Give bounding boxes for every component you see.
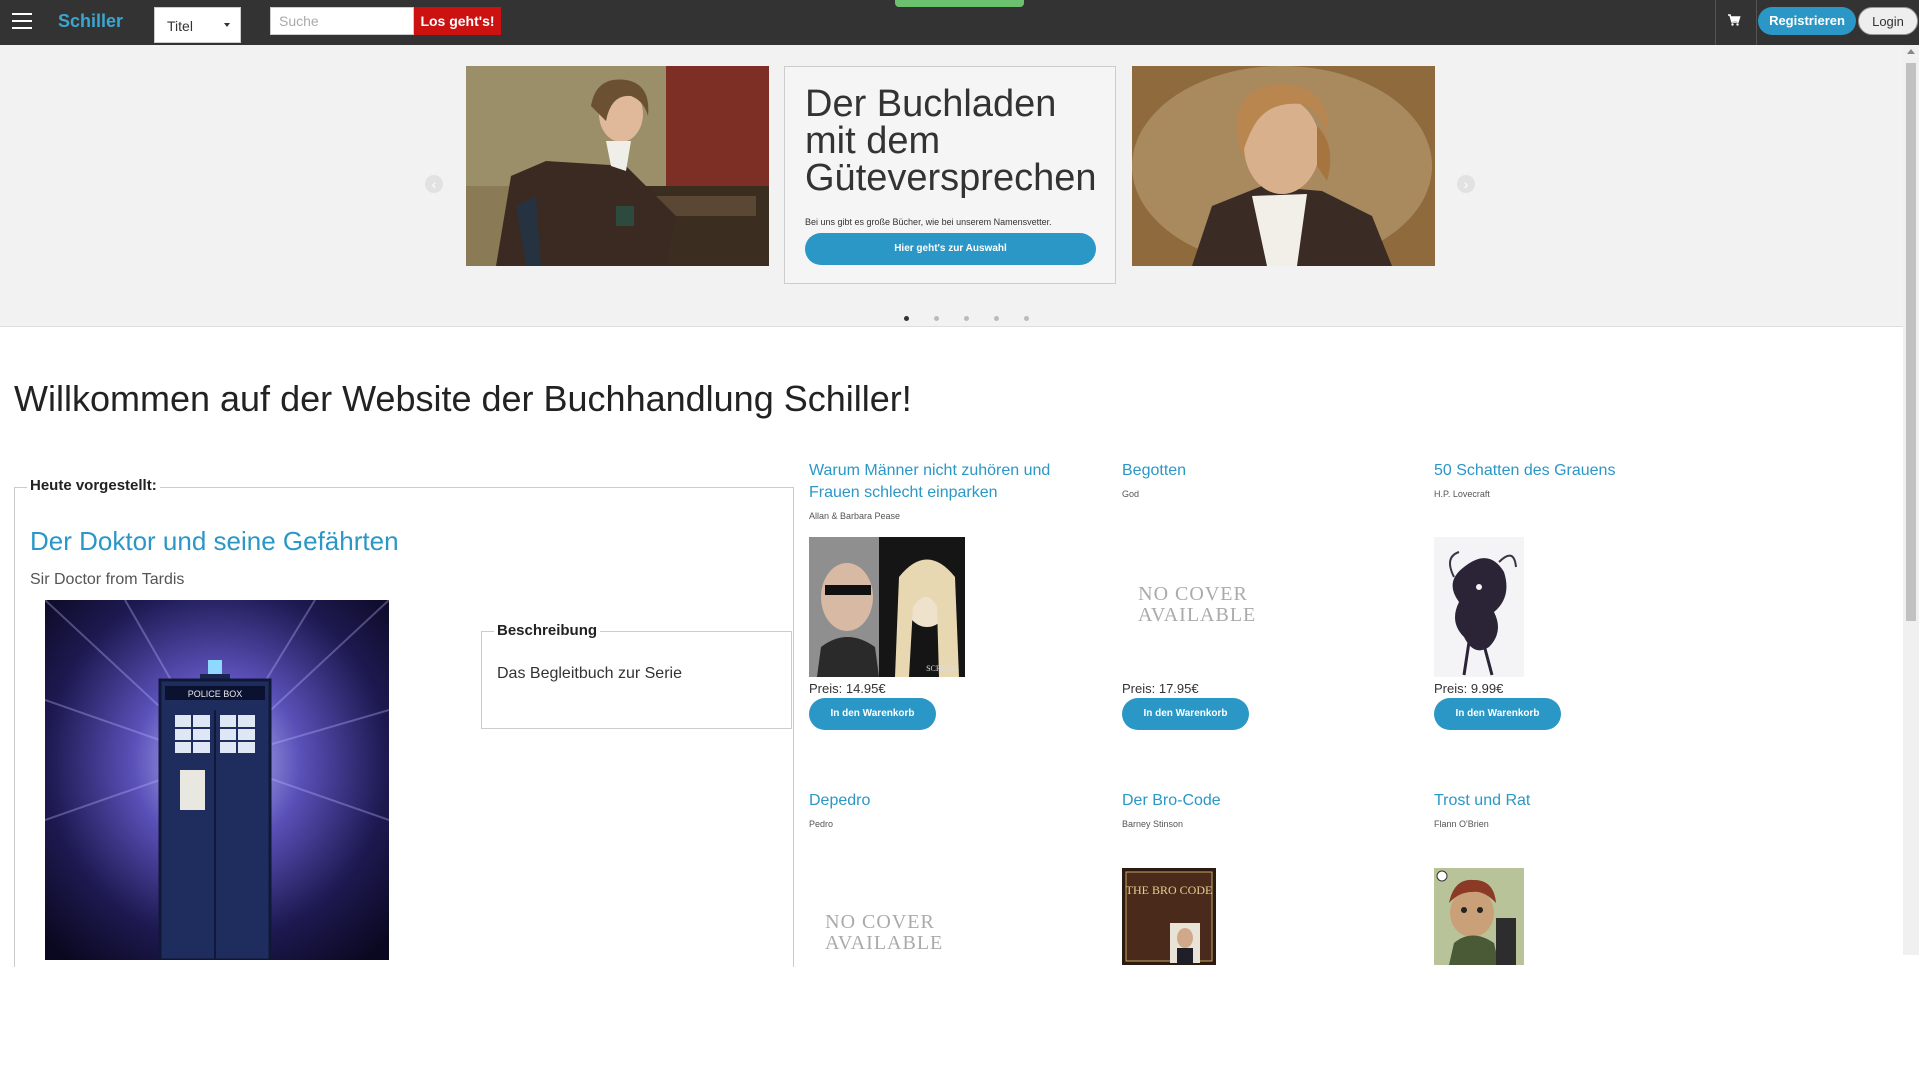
hamburger-icon[interactable] xyxy=(12,13,32,31)
product-author: H.P. Lovecraft xyxy=(1434,489,1490,499)
no-cover-line: NO COVER xyxy=(825,911,935,933)
product-price: Preis: 14.95€ xyxy=(809,681,886,696)
add-to-cart-button[interactable]: In den Warenkorb xyxy=(809,698,936,730)
product-title[interactable]: Trost und Rat xyxy=(1434,790,1684,812)
product-author: God xyxy=(1122,489,1140,499)
search-input[interactable] xyxy=(270,7,414,35)
hero-cta-button[interactable]: Hier geht's zur Auswahl xyxy=(805,233,1096,265)
hero-portrait-left xyxy=(466,66,769,266)
product-author: Allan & Barbara Pease xyxy=(809,511,901,521)
product-price: Preis: 9.99€ xyxy=(1434,681,1504,696)
product-title[interactable]: Depedro xyxy=(809,790,1059,812)
top-navbar: Schiller Titel Los geht's! Registrieren … xyxy=(0,0,1919,45)
product-title[interactable]: Begotten xyxy=(1122,460,1372,482)
hero-carousel: ‹ › Der Buchladen mit dem Güteverspreche… xyxy=(0,45,1903,327)
no-cover-line: AVAILABLE xyxy=(825,932,944,954)
description-text: Das Begleitbuch zur Serie xyxy=(497,665,682,682)
product-cover-image[interactable] xyxy=(1434,868,1524,965)
cover-label: THE BRO CODE xyxy=(1126,883,1213,897)
no-cover-placeholder[interactable]: NO COVER AVAILABLE xyxy=(1138,583,1257,626)
add-to-cart-button[interactable]: In den Warenkorb xyxy=(1434,698,1561,730)
login-button[interactable]: Login xyxy=(1858,7,1918,35)
featured-title[interactable]: Der Doktor und seine Gefährten xyxy=(30,526,399,557)
product-title[interactable]: Warum Männer nicht zuhören und Frauen sc… xyxy=(809,460,1059,504)
hero-card: Der Buchladen mit dem Güteversprechen Be… xyxy=(784,66,1116,284)
hero-subtitle: Bei uns gibt es große Bücher, wie bei un… xyxy=(805,217,1052,227)
welcome-heading: Willkommen auf der Website der Buchhandl… xyxy=(14,378,912,419)
featured-cover-image[interactable]: POLICE BOX xyxy=(45,600,389,960)
featured-book-panel: Heute vorgestellt: Der Doktor und seine … xyxy=(14,477,794,967)
search-scope-select[interactable]: Titel xyxy=(154,7,241,43)
product-card: Der Bro-Code Barney Stinson THE BRO CODE xyxy=(1122,790,1382,1090)
no-cover-line: AVAILABLE xyxy=(1138,604,1257,626)
carousel-dot[interactable] xyxy=(994,316,999,321)
featured-legend: Heute vorgestellt: xyxy=(27,477,160,494)
product-author: Barney Stinson xyxy=(1122,819,1184,829)
carousel-dot[interactable] xyxy=(964,316,969,321)
search-scope-value: Titel xyxy=(167,18,193,34)
description-legend: Beschreibung xyxy=(494,622,601,639)
no-cover-line: NO COVER xyxy=(1138,583,1248,605)
product-card: Warum Männer nicht zuhören und Frauen sc… xyxy=(809,460,1069,760)
product-title[interactable]: 50 Schatten des Grauens xyxy=(1434,460,1684,482)
product-cover-image[interactable]: THE BRO CODE xyxy=(1122,868,1216,965)
divider xyxy=(1715,0,1716,45)
featured-author: Sir Doctor from Tardis xyxy=(30,571,185,588)
product-title[interactable]: Der Bro-Code xyxy=(1122,790,1372,812)
scroll-up-icon[interactable] xyxy=(1907,49,1915,54)
carousel-next-icon[interactable]: › xyxy=(1457,175,1475,193)
product-cover-image[interactable]: SCREAM xyxy=(809,537,965,677)
product-cover-image[interactable] xyxy=(1434,537,1524,677)
cover-sign-text: POLICE BOX xyxy=(188,689,243,699)
cart-icon[interactable] xyxy=(1727,13,1741,27)
divider xyxy=(1756,0,1757,45)
hero-title: Der Buchladen mit dem Güteversprechen xyxy=(805,83,1097,199)
description-panel: Beschreibung Das Begleitbuch zur Serie xyxy=(481,622,792,729)
add-to-cart-button[interactable]: In den Warenkorb xyxy=(1122,698,1249,730)
chevron-down-icon xyxy=(224,23,230,27)
product-author: Pedro xyxy=(809,819,834,829)
page-scrollbar[interactable] xyxy=(1903,45,1919,955)
product-card: Depedro Pedro NO COVER AVAILABLE xyxy=(809,790,1069,1090)
no-cover-placeholder[interactable]: NO COVER AVAILABLE xyxy=(825,911,944,954)
carousel-dot[interactable] xyxy=(1024,316,1029,321)
carousel-prev-icon[interactable]: ‹ xyxy=(425,175,443,193)
product-card: 50 Schatten des Grauens H.P. Lovecraft P… xyxy=(1434,460,1694,760)
product-card: Trost und Rat Flann O'Brien xyxy=(1434,790,1694,1090)
product-card: Begotten God NO COVER AVAILABLE Preis: 1… xyxy=(1122,460,1382,760)
search-button[interactable]: Los geht's! xyxy=(414,7,501,35)
carousel-dot[interactable] xyxy=(904,316,909,321)
scrollbar-thumb[interactable] xyxy=(1906,63,1916,621)
carousel-dot[interactable] xyxy=(934,316,939,321)
notification-tab[interactable] xyxy=(895,0,1024,7)
product-price: Preis: 17.95€ xyxy=(1122,681,1199,696)
product-author: Flann O'Brien xyxy=(1434,819,1489,829)
cover-label: SCREAM xyxy=(926,664,959,673)
register-button[interactable]: Registrieren xyxy=(1758,7,1856,35)
brand-logo[interactable]: Schiller xyxy=(58,11,123,32)
hero-portrait-right xyxy=(1132,66,1435,266)
